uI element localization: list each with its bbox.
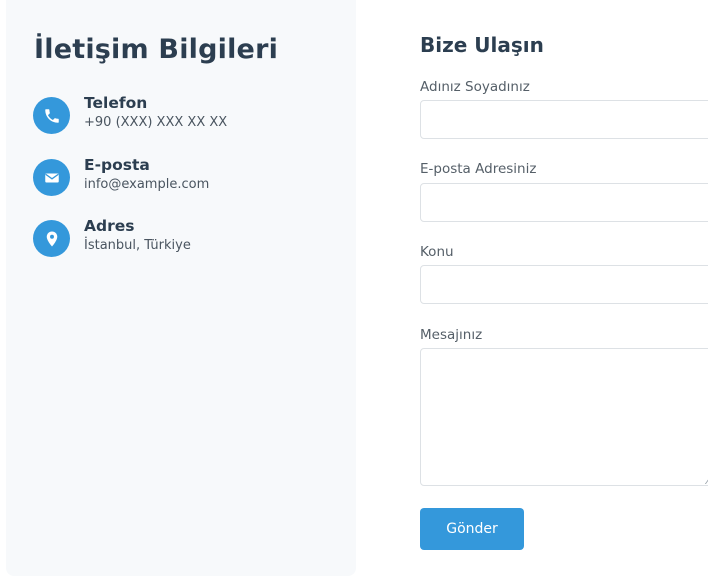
contact-item-address: Adres İstanbul, Türkiye bbox=[33, 217, 333, 264]
location-pin-icon bbox=[33, 220, 70, 257]
contact-info-title: İletişim Bilgileri bbox=[34, 34, 279, 65]
contact-item-email: E-posta info@example.com bbox=[33, 156, 333, 203]
contact-page: İletişim Bilgileri Telefon +90 (XXX) XXX… bbox=[0, 0, 708, 576]
name-field-label: Adınız Soyadınız bbox=[420, 79, 530, 95]
name-field[interactable] bbox=[420, 100, 708, 139]
contact-item-phone: Telefon +90 (XXX) XXX XX XX bbox=[33, 94, 333, 141]
submit-button[interactable]: Gönder bbox=[420, 508, 524, 550]
subject-field[interactable] bbox=[420, 265, 708, 304]
contact-item-label: Adres bbox=[84, 217, 135, 235]
contact-item-value: İstanbul, Türkiye bbox=[84, 238, 191, 253]
email-field-label: E-posta Adresiniz bbox=[420, 161, 537, 177]
envelope-icon bbox=[33, 159, 70, 196]
email-field[interactable] bbox=[420, 183, 708, 222]
contact-item-value: info@example.com bbox=[84, 177, 210, 192]
message-field[interactable] bbox=[420, 348, 708, 486]
contact-info-panel: İletişim Bilgileri Telefon +90 (XXX) XXX… bbox=[6, 0, 356, 576]
form-title: Bize Ulaşın bbox=[420, 33, 544, 57]
contact-item-value: +90 (XXX) XXX XX XX bbox=[84, 115, 228, 130]
phone-icon bbox=[33, 97, 70, 134]
message-field-label: Mesajınız bbox=[420, 327, 483, 343]
contact-item-label: E-posta bbox=[84, 156, 150, 174]
subject-field-label: Konu bbox=[420, 244, 454, 260]
contact-item-label: Telefon bbox=[84, 94, 148, 112]
